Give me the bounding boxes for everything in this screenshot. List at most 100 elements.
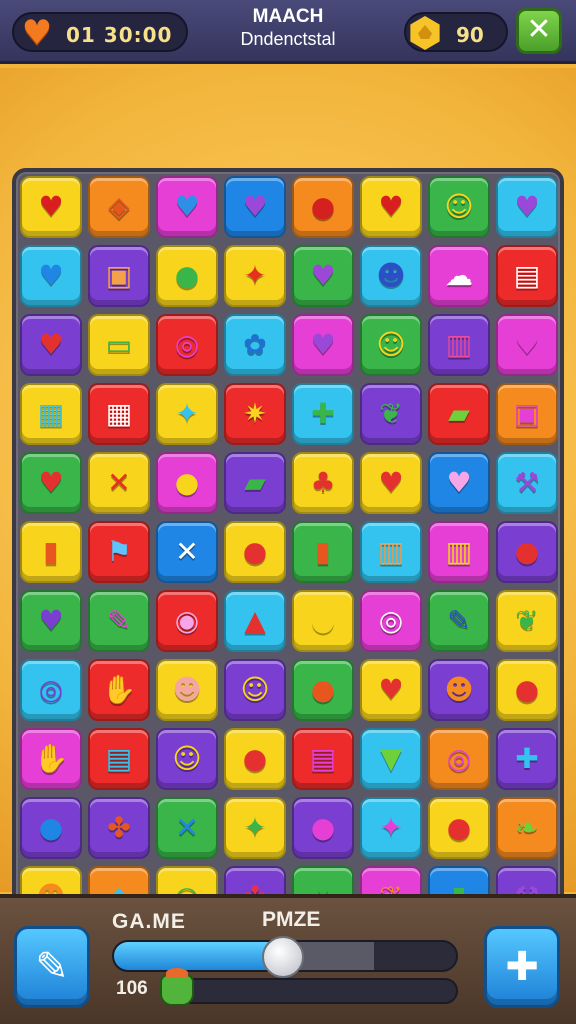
tile-apple[interactable]: ● xyxy=(496,521,558,583)
tile-tools[interactable]: ✕ xyxy=(156,797,218,859)
tile-leaf[interactable]: ❧ xyxy=(496,797,558,859)
tile-bird[interactable]: ✦ xyxy=(156,383,218,445)
tile-pencil[interactable]: ✎ xyxy=(428,590,490,652)
tile-face[interactable]: ☻ xyxy=(360,245,422,307)
tile-heart[interactable]: ♥ xyxy=(292,314,354,376)
tile-smile[interactable]: ☺ xyxy=(224,659,286,721)
tile-heart[interactable]: ♥ xyxy=(20,452,82,514)
tile-swirl[interactable]: ◎ xyxy=(428,728,490,790)
tile-hammer[interactable]: ⚒ xyxy=(496,452,558,514)
swirl-icon: ◎ xyxy=(174,328,200,361)
box-icon: ▣ xyxy=(105,259,133,292)
tile-heart[interactable]: ♥ xyxy=(360,452,422,514)
heart-icon: ♥ xyxy=(38,190,64,223)
tile-apple[interactable]: ● xyxy=(224,521,286,583)
cash-icon: ▭ xyxy=(105,328,133,361)
tile-card[interactable]: ▤ xyxy=(496,245,558,307)
tile-bird[interactable]: ✦ xyxy=(224,797,286,859)
tile-note[interactable]: ▦ xyxy=(20,383,82,445)
tile-swirl[interactable]: ◎ xyxy=(20,659,82,721)
tile-apple[interactable]: ● xyxy=(496,659,558,721)
coin-counter[interactable]: 90 xyxy=(404,12,508,52)
tile-tent[interactable]: ▲ xyxy=(224,590,286,652)
tile-bird[interactable]: ✦ xyxy=(360,797,422,859)
tile-heart[interactable]: ♥ xyxy=(20,245,82,307)
tile-apple[interactable]: ● xyxy=(224,728,286,790)
tile-pencil[interactable]: ✎ xyxy=(88,590,150,652)
tile-tube[interactable]: ▮ xyxy=(292,521,354,583)
tile-heart[interactable]: ♥ xyxy=(292,245,354,307)
jar-icon: ▥ xyxy=(445,535,473,568)
tile-heart[interactable]: ♥ xyxy=(360,659,422,721)
tile-flag[interactable]: ⚑ xyxy=(88,521,150,583)
tile-jar[interactable]: ▥ xyxy=(428,521,490,583)
tile-bow[interactable]: ✤ xyxy=(88,797,150,859)
tile-swirl[interactable]: ◎ xyxy=(360,590,422,652)
tile-blob[interactable]: ● xyxy=(156,452,218,514)
tile-cucumber[interactable]: ▰ xyxy=(224,452,286,514)
tile-robot[interactable]: ✚ xyxy=(496,728,558,790)
tile-robot[interactable]: ✚ xyxy=(292,383,354,445)
tile-face[interactable]: ☻ xyxy=(156,659,218,721)
tile-fruit[interactable]: ❦ xyxy=(360,383,422,445)
lives-counter[interactable]: ♥ 01 30:00 xyxy=(12,12,188,52)
prize-progress-fill xyxy=(114,942,285,970)
tile-bag[interactable]: ▤ xyxy=(88,728,150,790)
tile-blob[interactable]: ● xyxy=(156,245,218,307)
tile-bird[interactable]: ✦ xyxy=(224,245,286,307)
heart-icon: ♥ xyxy=(378,190,404,223)
heart-icon: ♥ xyxy=(38,328,64,361)
heart-icon: ♥ xyxy=(21,13,53,53)
tile-card[interactable]: ▤ xyxy=(292,728,354,790)
tile-apple[interactable]: ● xyxy=(428,797,490,859)
tile-tools[interactable]: ✕ xyxy=(88,452,150,514)
tile-glove[interactable]: ✋ xyxy=(20,728,82,790)
pencil-booster-button[interactable]: ✎ xyxy=(14,926,90,1008)
tile-box[interactable]: ▣ xyxy=(88,245,150,307)
tile-swirl[interactable]: ◎ xyxy=(156,314,218,376)
tile-blob[interactable]: ● xyxy=(292,590,354,652)
tile-balloon[interactable]: ● xyxy=(20,797,82,859)
tile-heart[interactable]: ♥ xyxy=(428,452,490,514)
tile-bug[interactable]: ● xyxy=(292,176,354,238)
tile-jar[interactable]: ▥ xyxy=(360,521,422,583)
tile-fruit[interactable]: ❦ xyxy=(496,590,558,652)
tile-heart[interactable]: ♥ xyxy=(496,314,558,376)
tile-face[interactable]: ☻ xyxy=(428,659,490,721)
heart-icon: ♥ xyxy=(38,604,64,637)
tile-calendar[interactable]: ▦ xyxy=(88,383,150,445)
tile-donut[interactable]: ◉ xyxy=(156,590,218,652)
tile-heart[interactable]: ♥ xyxy=(20,590,82,652)
tile-blob[interactable]: ● xyxy=(292,659,354,721)
heart-icon: ♥ xyxy=(174,190,200,223)
tile-cup[interactable]: ▼ xyxy=(360,728,422,790)
puzzle-booster-button[interactable]: ✚ xyxy=(484,926,560,1008)
progress-slider-knob[interactable] xyxy=(262,936,304,978)
tile-box[interactable]: ▣ xyxy=(496,383,558,445)
tile-cash[interactable]: ▭ xyxy=(88,314,150,376)
tile-cloud[interactable]: ✿ xyxy=(224,314,286,376)
tile-jar[interactable]: ▥ xyxy=(428,314,490,376)
tile-ghost[interactable]: ☁ xyxy=(428,245,490,307)
tile-smile[interactable]: ☺ xyxy=(360,314,422,376)
tile-heart[interactable]: ♥ xyxy=(20,176,82,238)
tile-tools[interactable]: ✕ xyxy=(156,521,218,583)
heart-icon: ♥ xyxy=(310,328,336,361)
tile-glove[interactable]: ✋ xyxy=(88,659,150,721)
card-icon: ▤ xyxy=(513,259,541,292)
tile-heart[interactable]: ♥ xyxy=(360,176,422,238)
tile-blob[interactable]: ● xyxy=(292,797,354,859)
tile-heart[interactable]: ♥ xyxy=(496,176,558,238)
tile-heart[interactable]: ♥ xyxy=(20,314,82,376)
tile-pill[interactable]: ▰ xyxy=(428,383,490,445)
tile-fan[interactable]: ✷ xyxy=(224,383,286,445)
apple-icon: ● xyxy=(446,811,472,844)
tile-plant[interactable]: ♣ xyxy=(292,452,354,514)
tile-heart[interactable]: ♥ xyxy=(224,176,286,238)
tile-smile[interactable]: ☺ xyxy=(428,176,490,238)
tile-candy[interactable]: ◈ xyxy=(88,176,150,238)
tile-bottle[interactable]: ▮ xyxy=(20,521,82,583)
tile-smile[interactable]: ☺ xyxy=(156,728,218,790)
tile-heart[interactable]: ♥ xyxy=(156,176,218,238)
close-button[interactable]: ✕ xyxy=(516,8,562,54)
